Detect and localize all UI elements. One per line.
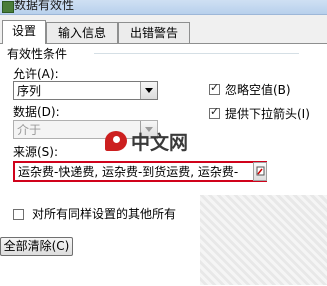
criteria-group-label: 有效性条件 (7, 47, 68, 61)
allow-label: 允许(A): (13, 67, 59, 81)
apply-all-checkbox[interactable] (13, 209, 24, 220)
source-label: 来源(S): (13, 145, 59, 159)
ignore-blank-label: 忽略空值(B) (225, 83, 291, 97)
data-select-value: 介于 (17, 123, 42, 137)
clear-all-button[interactable]: 全部清除(C) (0, 237, 73, 256)
blurred-region (200, 195, 327, 285)
data-label: 数据(D): (13, 105, 60, 119)
range-picker-button[interactable] (253, 162, 267, 181)
app-icon (2, 1, 14, 13)
title-bar: 数据有效性 (0, 0, 327, 15)
chevron-down-icon[interactable] (140, 82, 157, 99)
source-input[interactable]: 运杂费-快递费, 运杂费-到货运费, 运杂费- (13, 161, 267, 182)
tab-settings[interactable]: 设置 (2, 20, 46, 44)
group-divider (94, 53, 299, 54)
range-picker-icon (256, 166, 265, 176)
dropdown-arrow-label: 提供下拉箭头(I) (225, 107, 310, 121)
tab-error-alert[interactable]: 出错警告 (118, 22, 190, 43)
allow-select[interactable]: 序列 (13, 81, 158, 100)
watermark-text: 中文网 (131, 132, 189, 154)
source-input-value: 运杂费-快递费, 运杂费-到货运费, 运杂费- (18, 165, 239, 179)
watermark-logo-dot (113, 136, 120, 143)
tab-input-message[interactable]: 输入信息 (46, 22, 118, 43)
dropdown-arrow-checkbox[interactable] (209, 105, 220, 119)
tab-strip: 设置 输入信息 出错警告 (0, 14, 327, 44)
allow-select-value: 序列 (17, 84, 42, 98)
apply-all-label: 对所有同样设置的其他所有 (32, 207, 177, 221)
window-title: 数据有效性 (14, 0, 75, 12)
ignore-blank-checkbox[interactable] (209, 81, 220, 95)
